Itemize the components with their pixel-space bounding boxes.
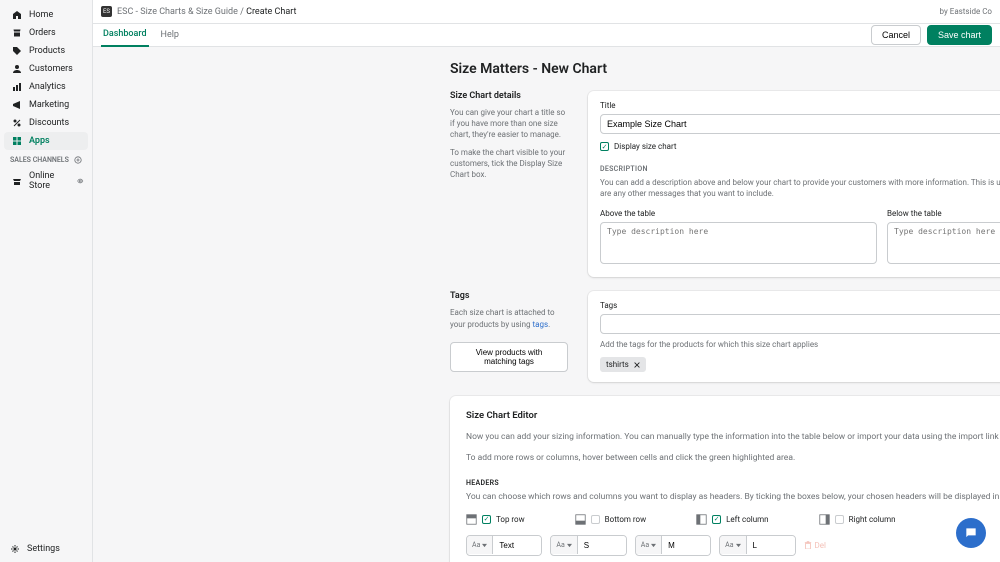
editor-heading: Size Chart Editor (466, 410, 537, 421)
below-textarea[interactable] (887, 222, 1000, 264)
opt-top-row: ✓ Top row (466, 514, 525, 525)
subheader: Dashboard Help Cancel Save chart (93, 24, 1000, 47)
breadcrumb: ESC - Size Charts & Size Guide / Create … (117, 7, 296, 17)
editor-card: Size Chart Editor Import Export Now you … (450, 396, 1000, 562)
chevron-down-icon (651, 543, 656, 548)
below-label: Below the table (887, 209, 1000, 218)
chevron-down-icon (482, 543, 487, 548)
cancel-button[interactable]: Cancel (871, 25, 921, 45)
cell-input-1[interactable] (578, 536, 626, 555)
chevron-down-icon (567, 543, 572, 548)
home-icon (12, 10, 22, 20)
nav-settings[interactable]: Settings (0, 536, 92, 562)
right-col-checkbox[interactable] (835, 515, 844, 524)
display-chart-checkbox[interactable]: ✓ (600, 142, 609, 151)
tab-dashboard[interactable]: Dashboard (101, 23, 149, 47)
cell-align-2[interactable]: Aa (636, 536, 662, 554)
discounts-icon (12, 118, 22, 128)
title-input[interactable] (600, 114, 1000, 134)
nav-analytics[interactable]: Analytics (4, 78, 88, 96)
view-products-button[interactable]: View products with matching tags (450, 342, 568, 372)
nav-online-store[interactable]: Online Store (4, 167, 73, 195)
top-row-icon (466, 514, 477, 525)
chat-icon (964, 526, 978, 540)
app-icon: ES (101, 6, 112, 17)
cell-input-2[interactable] (662, 536, 710, 555)
chat-button[interactable] (956, 518, 986, 548)
bottom-row-checkbox[interactable] (591, 515, 600, 524)
cell-1: Aa (550, 535, 626, 556)
view-store-icon[interactable] (77, 177, 84, 185)
opt-right-col: Right column (819, 514, 896, 525)
tags-help: Tags Each size chart is attached to your… (450, 291, 568, 382)
sales-channels-header: SALES CHANNELS (0, 150, 92, 167)
left-col-icon (696, 514, 707, 525)
save-chart-button[interactable]: Save chart (927, 25, 992, 45)
marketing-icon (12, 100, 22, 110)
cell-align-0[interactable]: Aa (467, 536, 493, 554)
add-channel-icon[interactable] (74, 156, 82, 164)
tag-chip-tshirts: tshirts (600, 357, 646, 372)
sidebar: Home Orders Products Customers Analytics… (0, 0, 93, 562)
settings-icon (10, 544, 20, 554)
cell-input-3[interactable] (747, 536, 795, 555)
editor-text-1: Now you can add your sizing information.… (466, 431, 1000, 444)
tags-input[interactable] (600, 314, 1000, 334)
cell-3: Aa (719, 535, 795, 556)
nav-discounts[interactable]: Discounts (4, 114, 88, 132)
cell-input-0[interactable] (493, 536, 541, 555)
bottom-row-icon (575, 514, 586, 525)
tags-helper: Add the tags for the products for which … (600, 340, 1000, 349)
right-col-icon (819, 514, 830, 525)
description-help: You can add a description above and belo… (600, 177, 1000, 199)
above-label: Above the table (600, 209, 877, 218)
title-label: Title (600, 101, 1000, 110)
cell-0: Aa (466, 535, 542, 556)
display-chart-label: Display size chart (614, 142, 677, 151)
top-row-checkbox[interactable]: ✓ (482, 515, 491, 524)
cell-2: Aa (635, 535, 711, 556)
left-col-checkbox[interactable]: ✓ (712, 515, 721, 524)
details-help: Size Chart details You can give your cha… (450, 91, 568, 277)
topbar: ES ESC - Size Charts & Size Guide / Crea… (93, 0, 1000, 24)
opt-bottom-row: Bottom row (575, 514, 646, 525)
trash-icon (804, 541, 812, 549)
page-title: Size Matters - New Chart (450, 61, 1000, 77)
editor-text-2: To add more rows or columns, hover betwe… (466, 452, 1000, 465)
headers-title: HEADERS (466, 479, 1000, 487)
orders-icon (12, 28, 22, 38)
tags-link[interactable]: tags (533, 320, 549, 329)
content: Size Matters - New Chart Size Chart deta… (93, 47, 1000, 562)
store-icon (12, 176, 22, 186)
products-icon (12, 46, 22, 56)
nav-orders[interactable]: Orders (4, 24, 88, 42)
customers-icon (12, 64, 22, 74)
chevron-down-icon (736, 543, 741, 548)
nav-customers[interactable]: Customers (4, 60, 88, 78)
above-textarea[interactable] (600, 222, 877, 264)
analytics-icon (12, 82, 22, 92)
tags-label: Tags (600, 301, 1000, 310)
opt-left-col: ✓ Left column (696, 514, 768, 525)
nav-products[interactable]: Products (4, 42, 88, 60)
headers-text: You can choose which rows and columns yo… (466, 491, 1000, 504)
description-header: DESCRIPTION (600, 165, 1000, 173)
apps-icon (12, 136, 22, 146)
nav-apps[interactable]: Apps (4, 132, 88, 150)
table-row: Aa Aa Aa Aa (466, 535, 1000, 556)
remove-tag-icon[interactable] (634, 362, 640, 368)
cell-align-1[interactable]: Aa (551, 536, 577, 554)
cell-align-3[interactable]: Aa (720, 536, 746, 554)
details-card: Title ✓ Display size chart DESCRIPTION Y… (588, 91, 1000, 277)
nav-marketing[interactable]: Marketing (4, 96, 88, 114)
nav-home[interactable]: Home (4, 6, 88, 24)
byline: by Eastside Co (940, 7, 992, 16)
delete-row[interactable]: Del (804, 541, 826, 550)
tags-card: Tags Add the tags for the products for w… (588, 291, 1000, 382)
tab-help[interactable]: Help (159, 24, 181, 46)
